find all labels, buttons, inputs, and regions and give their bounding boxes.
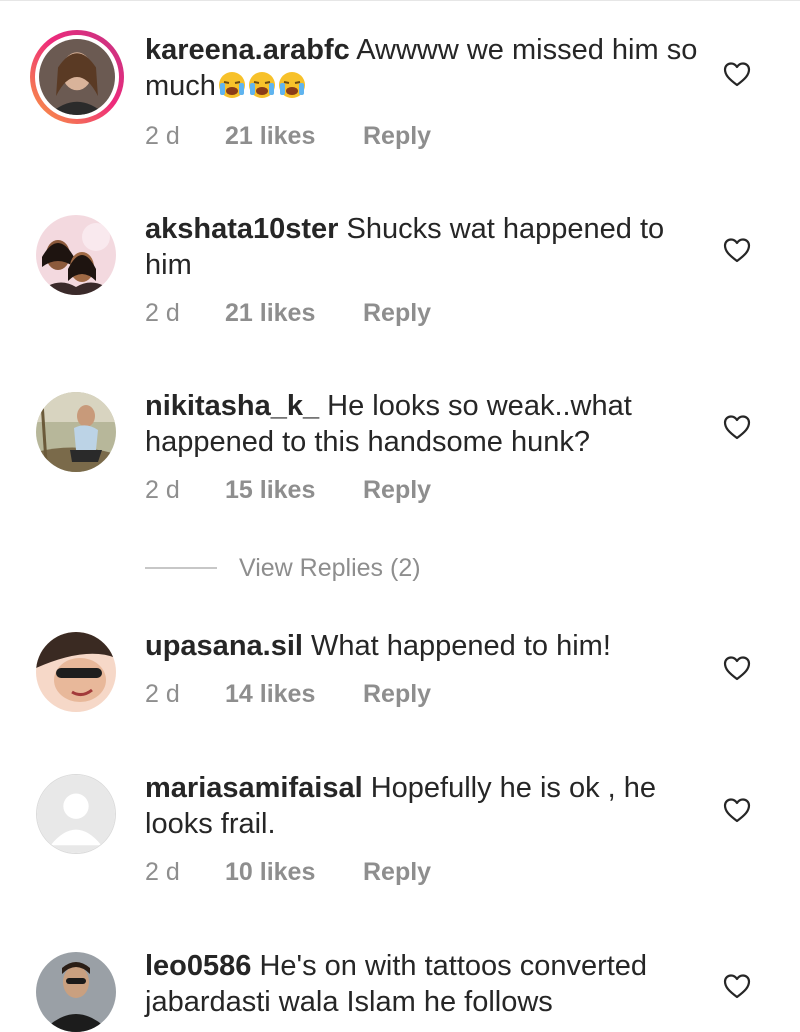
avatar[interactable] (36, 632, 116, 712)
avatar-photo (36, 392, 116, 472)
comment-body: What happened to him! (311, 630, 611, 662)
default-user-icon (37, 775, 115, 853)
replies-divider (145, 567, 217, 569)
reply-button[interactable]: Reply (363, 299, 431, 328)
comment-text: leo0586 He's on with tattoos converted j… (145, 948, 705, 1020)
comment-username[interactable]: mariasamifaisal (145, 772, 363, 804)
avatar-photo (39, 39, 115, 115)
avatar[interactable] (36, 215, 116, 295)
comment-likes[interactable]: 21 likes (225, 122, 363, 151)
top-divider (0, 0, 800, 1)
heart-outline-icon[interactable] (722, 972, 752, 1000)
comment-text: kareena.arabfc Awwww we missed him so mu… (145, 32, 705, 108)
view-replies-button[interactable]: View Replies (2) (239, 554, 421, 583)
reply-button[interactable]: Reply (363, 858, 431, 887)
comment-meta: 2 d 15 likes Reply (145, 476, 431, 505)
reply-button[interactable]: Reply (363, 680, 431, 709)
comment-likes[interactable]: 14 likes (225, 680, 363, 709)
comment-meta: 2 d 14 likes Reply (145, 680, 431, 709)
comment-time: 2 d (145, 680, 180, 708)
avatar-photo (36, 952, 116, 1032)
comment-likes[interactable]: 10 likes (225, 858, 363, 887)
default-avatar[interactable] (36, 774, 116, 854)
comment-meta: 2 d 21 likes Reply (145, 122, 431, 151)
comment-time: 2 d (145, 299, 180, 327)
comment-username[interactable]: leo0586 (145, 950, 251, 982)
avatar[interactable] (30, 30, 124, 124)
avatar[interactable] (36, 392, 116, 472)
view-replies-row[interactable]: View Replies (2) (145, 550, 421, 586)
reply-button[interactable]: Reply (363, 122, 431, 151)
crying-face-emoji (218, 71, 246, 99)
emoji-group (216, 71, 306, 108)
reply-button[interactable]: Reply (363, 476, 431, 505)
heart-outline-icon[interactable] (722, 796, 752, 824)
heart-outline-icon[interactable] (722, 654, 752, 682)
comment-time: 2 d (145, 122, 180, 150)
comment-time: 2 d (145, 858, 180, 886)
comment-meta: 2 d 21 likes Reply (145, 299, 431, 328)
comment-username[interactable]: nikitasha_k_ (145, 390, 319, 422)
avatar-photo (36, 215, 116, 295)
comment-text: nikitasha_k_ He looks so weak..what happ… (145, 388, 705, 460)
comment-text: akshata10ster Shucks wat happened to him (145, 211, 705, 283)
avatar-photo (36, 632, 116, 712)
heart-outline-icon[interactable] (722, 60, 752, 88)
heart-outline-icon[interactable] (722, 413, 752, 441)
comment-username[interactable]: kareena.arabfc (145, 34, 350, 66)
comment-meta: 2 d 10 likes Reply (145, 858, 431, 887)
comment-text: upasana.sil What happened to him! (145, 628, 705, 664)
comment-username[interactable]: upasana.sil (145, 630, 303, 662)
avatar[interactable] (36, 952, 116, 1032)
crying-face-emoji (278, 71, 306, 99)
comment-time: 2 d (145, 476, 180, 504)
comment-likes[interactable]: 15 likes (225, 476, 363, 505)
heart-outline-icon[interactable] (722, 236, 752, 264)
comment-likes[interactable]: 21 likes (225, 299, 363, 328)
comment-text: mariasamifaisal Hopefully he is ok , he … (145, 770, 705, 842)
comment-username[interactable]: akshata10ster (145, 213, 338, 245)
crying-face-emoji (248, 71, 276, 99)
